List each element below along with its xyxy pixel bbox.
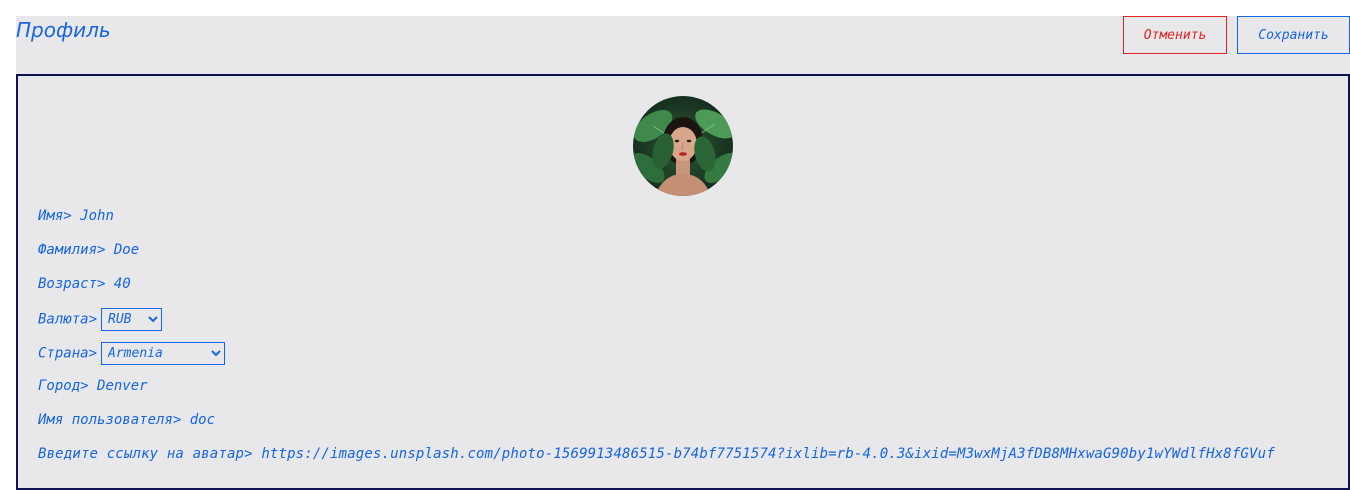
header: Профиль Отменить Сохранить — [16, 16, 1350, 74]
avatar — [633, 96, 733, 196]
avatar-url-row: Введите ссылку на аватар> https://images… — [38, 444, 1275, 464]
city-value[interactable]: Denver — [97, 378, 148, 394]
last-name-label: Фамилия> — [38, 242, 106, 258]
currency-row: Валюта> RUB — [38, 308, 163, 331]
profile-card: Имя> John Фамилия> Doe Возраст> 40 Валют… — [16, 74, 1350, 490]
last-name-row: Фамилия> Doe — [38, 240, 139, 260]
city-row: Город> Denver — [38, 376, 148, 396]
first-name-row: Имя> John — [38, 206, 114, 226]
first-name-value[interactable]: John — [80, 208, 114, 224]
country-row: Страна> Armenia — [38, 342, 226, 365]
currency-select[interactable]: RUB — [101, 308, 163, 331]
age-row: Возраст> 40 — [38, 274, 131, 294]
profile-page: Профиль Отменить Сохранить Имя> John Фам… — [16, 16, 1350, 490]
age-value[interactable]: 40 — [114, 276, 131, 292]
avatar-url-label: Введите ссылку на аватар> — [38, 446, 253, 462]
currency-label: Валюта> — [38, 311, 98, 328]
username-value[interactable]: doc — [190, 412, 215, 428]
username-label: Имя пользователя> — [38, 412, 182, 428]
country-label: Страна> — [38, 345, 98, 362]
save-button[interactable]: Сохранить — [1237, 16, 1350, 54]
first-name-label: Имя> — [38, 208, 72, 224]
avatar-url-value[interactable]: https://images.unsplash.com/photo-156991… — [261, 446, 1274, 462]
avatar-image — [633, 96, 733, 196]
cancel-button[interactable]: Отменить — [1123, 16, 1227, 54]
city-label: Город> — [38, 378, 89, 394]
age-label: Возраст> — [38, 276, 106, 292]
page-title: Профиль — [16, 18, 111, 42]
username-row: Имя пользователя> doc — [38, 410, 215, 430]
country-select[interactable]: Armenia — [101, 342, 226, 365]
last-name-value[interactable]: Doe — [114, 242, 139, 258]
